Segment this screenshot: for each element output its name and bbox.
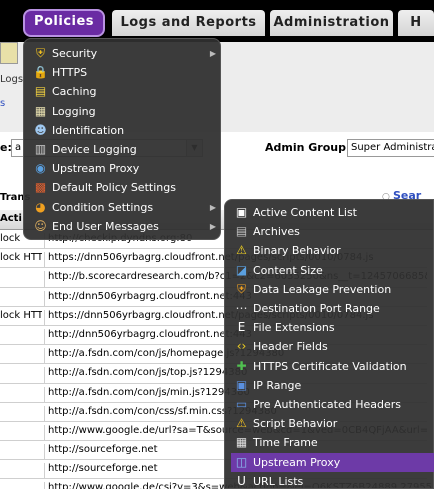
url-icon: U: [237, 473, 246, 488]
condition-menu-item-label: Content Size: [253, 263, 323, 277]
condition-menu-item-binary-behavior[interactable]: ⚠ Binary Behavior: [231, 241, 434, 260]
policies-menu-item-logging[interactable]: ▦ Logging: [30, 102, 220, 121]
condition-menu-item-https-certificate-validation[interactable]: ✚ HTTPS Certificate Validation: [231, 357, 434, 376]
condition-menu-item-data-leakage-prevention[interactable]: ⛨ Data Leakage Prevention: [231, 280, 434, 299]
ip-icon: ▣: [235, 377, 248, 392]
condition-menu-item-script-behavior[interactable]: ⚠ Script Behavior: [231, 414, 434, 433]
condition-menu-item-archives[interactable]: ▤ Archives: [231, 222, 434, 241]
policies-menu-item-device-logging[interactable]: ▥ Device Logging: [30, 140, 220, 159]
tab-policies[interactable]: Policies: [23, 9, 105, 37]
policies-menu-item-condition-settings[interactable]: ◕ Condition Settings ▶: [30, 198, 220, 217]
chevron-right-icon: ▶: [209, 202, 216, 212]
policies-menu-item-label: End User Messages: [52, 219, 159, 233]
chevron-right-icon: ▶: [209, 49, 216, 58]
http-icon: ▭: [235, 397, 248, 411]
policies-menu-item-https[interactable]: 🔒 HTTPS: [30, 63, 220, 82]
row-action-cell: lock HTT: [0, 252, 42, 264]
code-icon: ‹›: [236, 339, 247, 354]
shield-drop-icon: ⛨: [236, 281, 246, 296]
condition-menu-item-upstream-proxy[interactable]: ◫ Upstream Proxy: [231, 452, 434, 472]
condition-menu-item-label: Data Leakage Prevention: [253, 282, 392, 296]
policies-menu-item-upstream-proxy[interactable]: ◉ Upstream Proxy: [30, 159, 220, 178]
certificate-icon: ✚: [236, 358, 247, 373]
policies-menu-item-end-user-messages[interactable]: ☺ End User Messages ▶: [30, 217, 220, 236]
warning-icon: ⚠: [236, 243, 247, 258]
palette-icon: ◕: [35, 199, 46, 214]
tab-administration[interactable]: Administration: [270, 10, 393, 36]
condition-menu-item-pre-authenticated-headers[interactable]: ▭ Pre Authenticated Headers: [231, 395, 434, 414]
type-select-value: a: [15, 142, 22, 153]
policies-menu-item-security[interactable]: ⛨ Security ▶: [30, 44, 220, 63]
condition-menu-item-label: HTTPS Certificate Validation: [253, 359, 407, 373]
policies-menu-item-identification[interactable]: ☻ Identification: [30, 121, 220, 140]
policies-menu-item-label: Condition Settings: [52, 200, 154, 214]
condition-menu-item-label: URL Lists: [253, 474, 304, 488]
person-message-icon: ☺: [34, 218, 47, 233]
notebook-icon: ▥: [34, 142, 47, 156]
logs-tab-fragment[interactable]: Logs: [0, 74, 23, 85]
condition-menu-item-label: Header Fields: [253, 340, 328, 354]
policies-menu-item-default-policy-settings[interactable]: ▩ Default Policy Settings: [30, 178, 220, 197]
port-icon: ⋯: [235, 301, 248, 315]
proxy-icon: ◫: [235, 454, 248, 469]
chevron-right-icon: ▶: [209, 221, 216, 231]
admin-group-select[interactable]: Super Administra: [347, 139, 434, 157]
condition-settings-submenu: ▣ Active Content List ▤ Archives ⚠ Binary Beh…: [224, 199, 434, 489]
condition-menu-item-content-size[interactable]: ◪ Content Size: [231, 261, 434, 280]
policies-menu-item-label: Logging: [52, 104, 96, 118]
condition-menu-item-label: Script Behavior: [253, 417, 338, 431]
globe-icon: ◉: [35, 161, 46, 176]
condition-menu-item-label: Upstream Proxy: [253, 455, 341, 469]
policies-menu-item-label: Identification: [52, 123, 125, 137]
policies-menu-item-caching[interactable]: ▤ Caching: [30, 82, 220, 101]
policies-menu-item-label: Device Logging: [52, 143, 137, 156]
list-icon: ▣: [235, 205, 248, 219]
condition-menu-item-label: Archives: [253, 225, 300, 239]
policies-menu-item-label: Security: [52, 47, 98, 60]
policies-menu-item-label: Caching: [52, 85, 97, 99]
condition-menu-item-label: Pre Authenticated Headers: [253, 398, 402, 411]
condition-menu-item-label: Destination Port Range: [253, 302, 380, 315]
shield-icon: ⛨: [35, 46, 45, 60]
policies-menu-item-label: Default Policy Settings: [52, 181, 176, 195]
condition-menu-item-time-frame[interactable]: ▦ Time Frame: [231, 433, 434, 452]
condition-menu-item-file-extensions[interactable]: E File Extensions: [231, 318, 434, 337]
edit-icon[interactable]: [0, 42, 18, 64]
top-navigation-bar: Policies Logs and Reports Administration…: [0, 0, 434, 42]
row-action-cell: lock HTT: [0, 309, 42, 321]
tab-logs-and-reports[interactable]: Logs and Reports: [112, 10, 265, 36]
condition-menu-item-label: File Extensions: [253, 321, 335, 335]
condition-menu-item-header-fields[interactable]: ‹› Header Fields: [231, 337, 434, 356]
condition-menu-item-ip-range[interactable]: ▣ IP Range: [231, 376, 434, 395]
condition-menu-item-url-lists[interactable]: U URL Lists: [231, 472, 434, 489]
user-icon: ☻: [34, 122, 47, 137]
condition-menu-item-label: Binary Behavior: [253, 244, 341, 258]
calendar-icon: ▦: [235, 435, 248, 450]
lock-icon: 🔒: [33, 65, 48, 80]
condition-menu-item-label: Time Frame: [253, 436, 318, 450]
condition-menu-item-destination-port-range[interactable]: ⋯ Destination Port Range: [231, 299, 434, 318]
notepad-icon: ▦: [34, 103, 47, 118]
action-column-header[interactable]: Acti: [0, 213, 22, 224]
policies-menu-item-label: Upstream Proxy: [52, 162, 140, 176]
tab-help[interactable]: H: [398, 10, 434, 36]
archive-icon: ▤: [235, 224, 248, 239]
policies-menu-item-label: HTTPS: [52, 66, 88, 80]
script-warning-icon: ⚠: [236, 416, 247, 431]
database-icon: ▤: [34, 84, 47, 99]
size-icon: ◪: [235, 262, 248, 277]
policies-menu: ⛨ Security ▶ 🔒 HTTPS ▤ Caching ▦ Logging ☻ Identif…: [23, 38, 221, 240]
blocks-icon: ▩: [34, 180, 47, 195]
admin-group-label: Admin Group:: [265, 141, 351, 154]
condition-menu-item-active-content-list[interactable]: ▣ Active Content List: [231, 203, 434, 222]
ext-icon: E: [237, 320, 246, 335]
link-fragment[interactable]: s: [0, 98, 6, 109]
condition-menu-item-label: IP Range: [253, 378, 302, 392]
condition-menu-item-label: Active Content List: [253, 206, 357, 219]
